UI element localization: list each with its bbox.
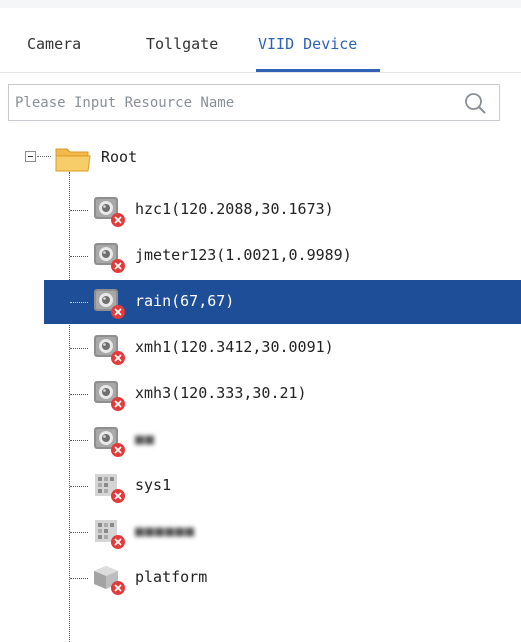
tree-node-label: platform — [135, 568, 208, 586]
tree-node[interactable]: platform — [44, 556, 521, 600]
platform-box-offline-icon — [94, 566, 125, 595]
tree-root[interactable]: Root — [0, 136, 521, 180]
tree-node[interactable]: ■■■■■■ — [44, 510, 521, 554]
search-box — [8, 84, 500, 121]
tree-connector — [70, 440, 88, 441]
tree-node-label: rain(67,67) — [135, 292, 235, 310]
tree-connector — [70, 532, 88, 533]
collapse-icon[interactable] — [25, 151, 36, 162]
search-input[interactable] — [15, 85, 445, 120]
tree-node-label: xmh3(120.333,30.21) — [135, 384, 307, 402]
folder-icon — [55, 148, 91, 172]
camera-offline-icon — [94, 427, 125, 457]
tree-connector — [70, 302, 88, 303]
device-grid-offline-icon — [95, 520, 125, 549]
tree-connector — [37, 156, 51, 157]
tree-node[interactable]: rain(67,67) — [44, 280, 521, 324]
obscured-label: ■■■■■■ — [135, 522, 196, 540]
tree-node[interactable]: sys1 — [44, 464, 521, 508]
tree-connector — [70, 486, 88, 487]
tree-connector — [70, 348, 88, 349]
resource-panel: Camera Tollgate VIID Device Root — [0, 0, 521, 642]
tree-node-label: jmeter123(1.0021,0.9989) — [135, 246, 352, 264]
top-strip — [0, 0, 521, 8]
search-icon[interactable] — [463, 91, 487, 115]
camera-offline-icon — [94, 289, 125, 319]
tree-node[interactable]: hzc1(120.2088,30.1673) — [44, 188, 521, 232]
tree-connector — [70, 394, 88, 395]
tree-node-label: sys1 — [135, 476, 172, 494]
camera-offline-icon — [94, 243, 125, 273]
tree-node-label: hzc1(120.2088,30.1673) — [135, 200, 334, 218]
tree-root-label: Root — [101, 148, 138, 166]
tab-tollgate[interactable]: Tollgate — [146, 26, 218, 70]
tab-bar: Camera Tollgate VIID Device — [0, 8, 521, 73]
obscured-label: ■■ — [135, 430, 156, 448]
tree-node[interactable]: xmh3(120.333,30.21) — [44, 372, 521, 416]
tree-node[interactable]: jmeter123(1.0021,0.9989) — [44, 234, 521, 278]
tree-node-label: xmh1(120.3412,30.0091) — [135, 338, 334, 356]
tree-node-label: ■■ — [135, 428, 155, 450]
device-grid-offline-icon — [95, 474, 125, 503]
tree-connector — [70, 578, 88, 579]
camera-offline-icon — [94, 197, 125, 227]
camera-offline-icon — [94, 335, 125, 365]
tree-node[interactable]: xmh1(120.3412,30.0091) — [44, 326, 521, 370]
tab-viid-device[interactable]: VIID Device — [258, 26, 357, 70]
tree-connector — [70, 210, 88, 211]
tree-node[interactable]: ■■ — [44, 418, 521, 462]
tree-connector — [70, 256, 88, 257]
tab-camera[interactable]: Camera — [27, 26, 81, 70]
active-tab-indicator — [256, 69, 380, 72]
camera-offline-icon — [94, 381, 125, 411]
tree-node-label: ■■■■■■ — [135, 520, 195, 542]
